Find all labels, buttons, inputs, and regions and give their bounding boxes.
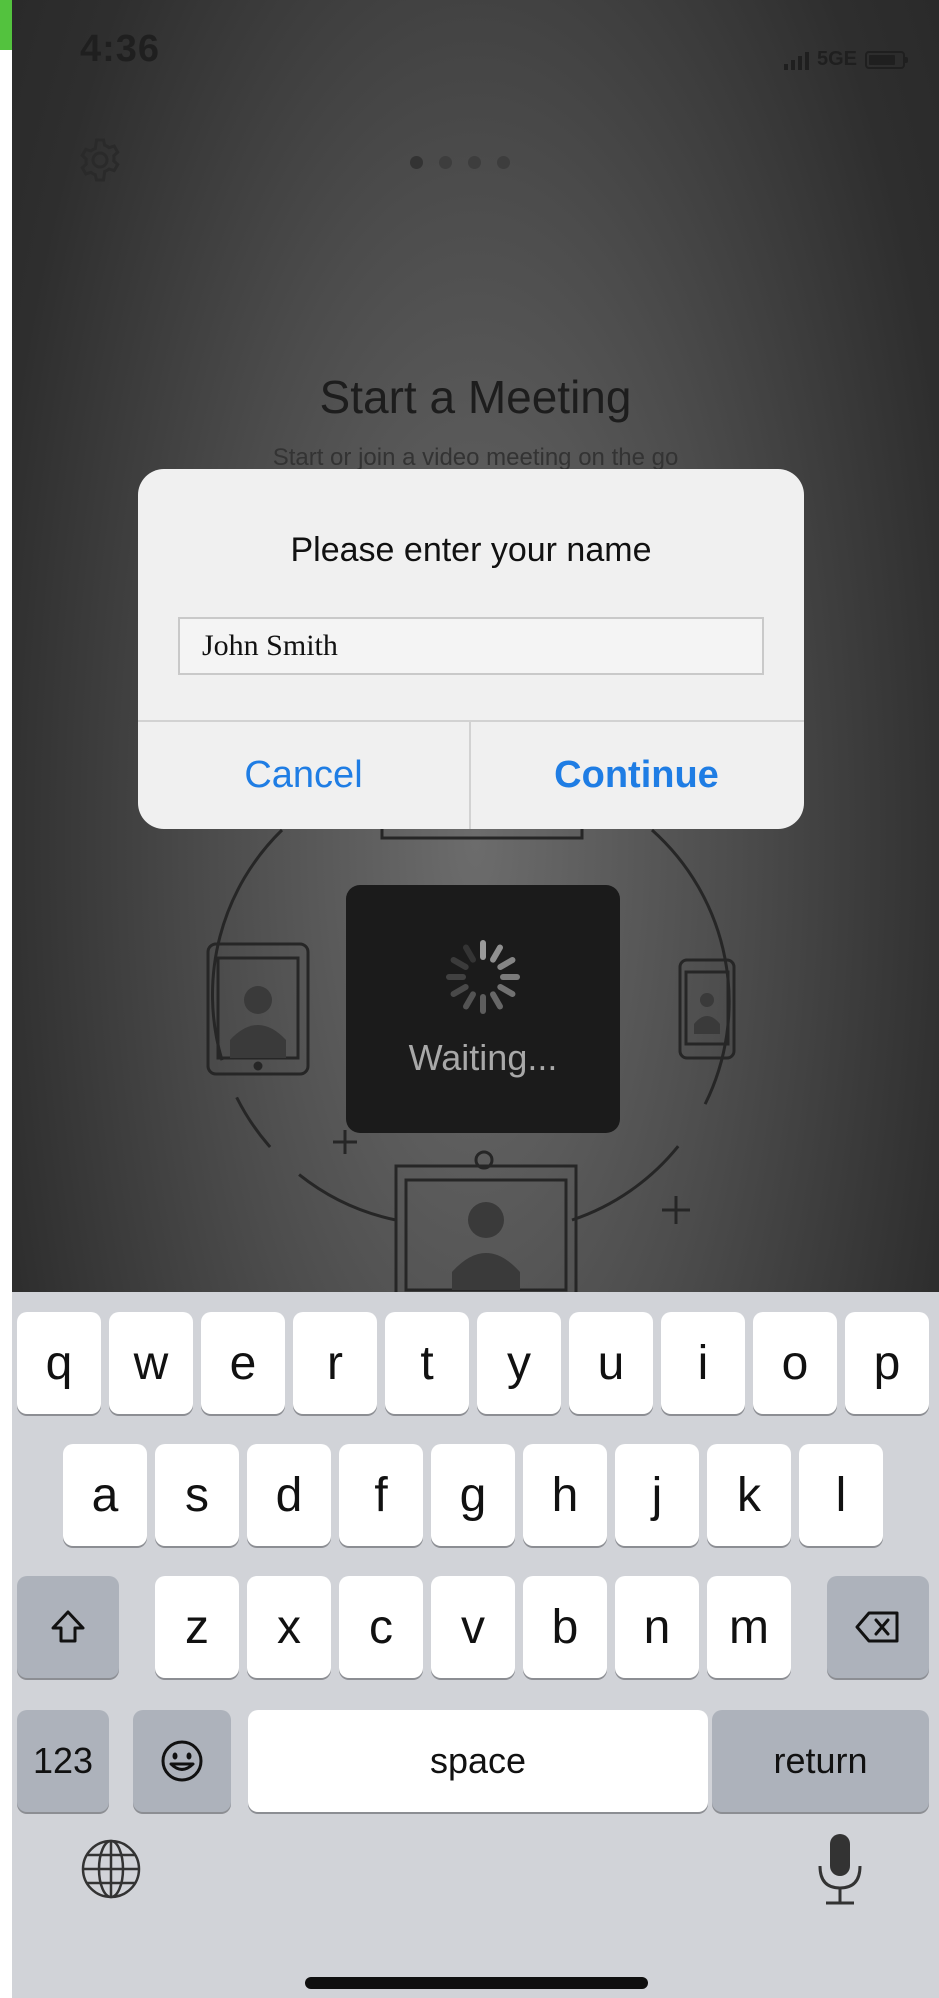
key-e[interactable]: e — [201, 1312, 285, 1414]
emoji-icon — [161, 1740, 203, 1782]
key-r[interactable]: r — [293, 1312, 377, 1414]
waiting-overlay: Waiting... — [346, 885, 620, 1133]
page-dot — [468, 156, 481, 169]
key-f[interactable]: f — [339, 1444, 423, 1546]
key-h[interactable]: h — [523, 1444, 607, 1546]
emoji-key[interactable] — [133, 1710, 231, 1812]
page-indicator — [410, 156, 510, 169]
key-z[interactable]: z — [155, 1576, 239, 1678]
shift-icon — [51, 1610, 85, 1643]
page-dot-active — [410, 156, 423, 169]
space-key[interactable]: space — [248, 1710, 708, 1812]
phone-screen: 4:36 5GE Start a Meeting Start or join a… — [12, 0, 939, 1998]
shift-key[interactable] — [17, 1576, 119, 1678]
status-time: 4:36 — [80, 28, 161, 70]
page-title: Start a Meeting — [319, 371, 632, 423]
numbers-key[interactable]: 123 — [17, 1710, 109, 1812]
cellular-signal-icon — [783, 50, 809, 70]
status-indicators: 5GE — [783, 48, 908, 71]
key-d[interactable]: d — [247, 1444, 331, 1546]
globe-icon[interactable] — [79, 1837, 143, 1901]
key-k[interactable]: k — [707, 1444, 791, 1546]
key-v[interactable]: v — [431, 1576, 515, 1678]
key-j[interactable]: j — [615, 1444, 699, 1546]
gear-icon[interactable] — [76, 136, 124, 184]
key-t[interactable]: t — [385, 1312, 469, 1414]
key-a[interactable]: a — [63, 1444, 147, 1546]
waiting-label: Waiting... — [408, 1037, 558, 1078]
key-n[interactable]: n — [615, 1576, 699, 1678]
key-s[interactable]: s — [155, 1444, 239, 1546]
key-x[interactable]: x — [247, 1576, 331, 1678]
green-edge-marker — [0, 0, 12, 50]
page-dot — [439, 156, 452, 169]
key-c[interactable]: c — [339, 1576, 423, 1678]
name-prompt-dialog: Please enter your name Cancel Continue — [138, 469, 804, 829]
cancel-button[interactable]: Cancel — [138, 722, 469, 829]
key-p[interactable]: p — [845, 1312, 929, 1414]
battery-icon — [865, 50, 908, 69]
key-o[interactable]: o — [753, 1312, 837, 1414]
delete-key[interactable] — [827, 1576, 929, 1678]
name-input[interactable] — [178, 617, 764, 675]
key-u[interactable]: u — [569, 1312, 653, 1414]
key-w[interactable]: w — [109, 1312, 193, 1414]
dialog-title: Please enter your name — [290, 531, 652, 569]
microphone-icon[interactable] — [812, 1832, 868, 1908]
key-g[interactable]: g — [431, 1444, 515, 1546]
activity-spinner-icon — [446, 940, 520, 1014]
backspace-icon — [855, 1611, 899, 1643]
key-l[interactable]: l — [799, 1444, 883, 1546]
page-dot — [497, 156, 510, 169]
page-subtitle: Start or join a video meeting on the go — [272, 444, 679, 471]
key-q[interactable]: q — [17, 1312, 101, 1414]
key-y[interactable]: y — [477, 1312, 561, 1414]
keyboard: q w e r t y u i o p a s d f g h j k l z … — [12, 1292, 939, 1998]
key-b[interactable]: b — [523, 1576, 607, 1678]
return-key[interactable]: return — [712, 1710, 929, 1812]
continue-button[interactable]: Continue — [471, 722, 802, 829]
key-m[interactable]: m — [707, 1576, 791, 1678]
home-indicator[interactable] — [305, 1977, 648, 1989]
key-i[interactable]: i — [661, 1312, 745, 1414]
network-type: 5GE — [816, 48, 857, 70]
